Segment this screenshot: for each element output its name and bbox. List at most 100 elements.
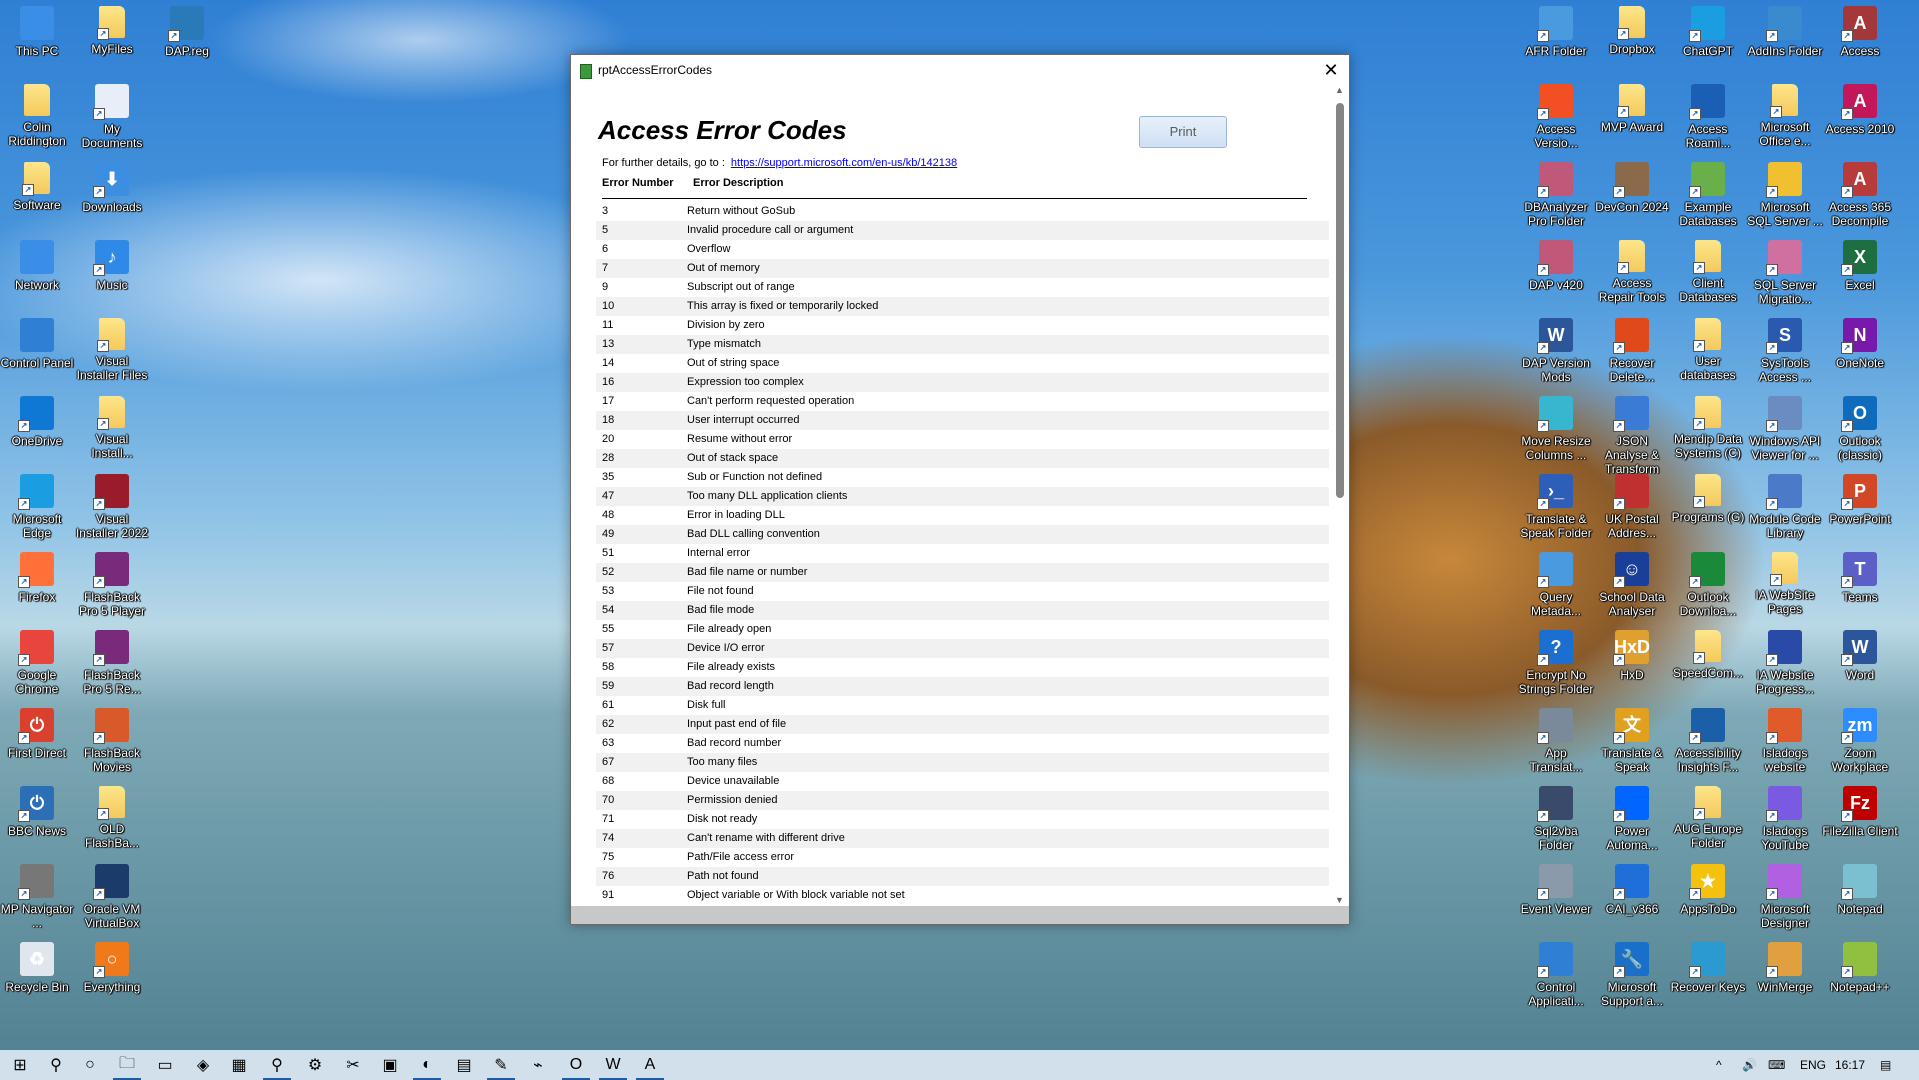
- left-icon-item[interactable]: ⏻ ↗ BBC News: [0, 784, 75, 838]
- right-icon-item[interactable]: ↗ WinMerge: [1747, 940, 1823, 994]
- left-icon-item[interactable]: ♻ Recycle Bin: [0, 940, 75, 994]
- cortana-button[interactable]: ○: [72, 1050, 108, 1080]
- right-icon-item[interactable]: zm ↗ Zoom Workplace: [1822, 706, 1898, 774]
- left-icon-item[interactable]: ♪ ↗ Music: [74, 238, 150, 292]
- right-icon-item[interactable]: 文 ↗ Translate & Speak: [1594, 706, 1670, 774]
- right-icon-item[interactable]: ↗ Microsoft Office e...: [1747, 82, 1823, 148]
- right-icon-item[interactable]: ↗ Outlook Downloa...: [1670, 550, 1746, 618]
- right-icon-item[interactable]: X ↗ Excel: [1822, 238, 1898, 292]
- right-icon-item[interactable]: ↗ JSON Analyse & Transform: [1594, 394, 1670, 476]
- left-icon-item[interactable]: ⏻ ↗ First Direct: [0, 706, 75, 760]
- copilot-taskbar[interactable]: ◈: [185, 1050, 221, 1080]
- right-icon-item[interactable]: HxD ↗ HxD: [1594, 628, 1670, 682]
- left-icon-item[interactable]: ↗ Oracle VM VirtualBox: [74, 862, 150, 930]
- left-icon-item[interactable]: Control Panel: [0, 316, 75, 370]
- right-icon-item[interactable]: ↗ IA WebSite Pages: [1747, 550, 1823, 616]
- start-button[interactable]: ⊞: [2, 1050, 38, 1080]
- right-icon-item[interactable]: ↗ Control Applicati...: [1518, 940, 1594, 1008]
- right-icon-item[interactable]: ★ ↗ AppsToDo: [1670, 862, 1746, 916]
- left-icon-item[interactable]: ↗ Visual Installer Files: [74, 316, 150, 382]
- right-icon-item[interactable]: O ↗ Outlook (classic): [1822, 394, 1898, 462]
- left-icon-item[interactable]: ↗ OLD FlashBa...: [74, 784, 150, 850]
- access-taskbar[interactable]: A: [632, 1050, 668, 1080]
- right-icon-item[interactable]: ☺ ↗ School Data Analyser: [1594, 550, 1670, 618]
- notepad-taskbar[interactable]: ▤: [446, 1050, 482, 1080]
- right-icon-item[interactable]: ↗ ChatGPT: [1670, 4, 1746, 58]
- scroll-thumb[interactable]: [1336, 103, 1344, 498]
- right-icon-item[interactable]: ↗ DBAnalyzer Pro Folder: [1518, 160, 1594, 228]
- left-icon-item[interactable]: ↗ DAP.reg: [149, 4, 225, 58]
- left-icon-item[interactable]: ↗ FlashBack Pro 5 Re...: [74, 628, 150, 696]
- right-icon-item[interactable]: ↗ DevCon 2024: [1594, 160, 1670, 214]
- left-icon-item[interactable]: ↗ Software: [0, 160, 75, 212]
- left-icon-item[interactable]: This PC: [0, 4, 75, 58]
- resource-monitor-taskbar[interactable]: ⌁: [520, 1050, 556, 1080]
- scroll-down-arrow-icon[interactable]: ▼: [1335, 895, 1344, 905]
- tray-overflow-chevron-icon[interactable]: ^: [1716, 1050, 1722, 1080]
- left-icon-item[interactable]: ↗ Visual Installer 2022: [74, 472, 150, 540]
- right-icon-item[interactable]: A ↗ Access 365 Decompile: [1822, 160, 1898, 228]
- right-icon-item[interactable]: ↗ CAI_v366: [1594, 862, 1670, 916]
- file-explorer-taskbar[interactable]: 🗀: [109, 1050, 145, 1080]
- left-icon-item[interactable]: ↗ OneDrive: [0, 394, 75, 448]
- right-icon-item[interactable]: ↗ SpeedCom...: [1670, 628, 1746, 680]
- keyboard-icon[interactable]: ⌨: [1768, 1050, 1785, 1080]
- right-icon-item[interactable]: T ↗ Teams: [1822, 550, 1898, 604]
- volume-icon[interactable]: 🔊: [1742, 1050, 1757, 1080]
- right-icon-item[interactable]: ↗ Notepad++: [1822, 940, 1898, 994]
- outlook-taskbar[interactable]: O: [558, 1050, 594, 1080]
- right-icon-item[interactable]: ↗ Module Code Library: [1747, 472, 1823, 540]
- right-icon-item[interactable]: ↗ Access Repair Tools: [1594, 238, 1670, 304]
- right-icon-item[interactable]: ↗ DAP v420: [1518, 238, 1594, 292]
- right-icon-item[interactable]: ↗ Microsoft Designer: [1747, 862, 1823, 930]
- right-icon-item[interactable]: 🔧 ↗ Microsoft Support a...: [1594, 940, 1670, 1008]
- left-icon-item[interactable]: ⬇ ↗ Downloads: [74, 160, 150, 214]
- language-indicator[interactable]: ENG: [1800, 1050, 1826, 1080]
- left-icon-item[interactable]: ↗ FlashBack Pro 5 Player: [74, 550, 150, 618]
- right-icon-item[interactable]: A ↗ Access: [1822, 4, 1898, 58]
- right-icon-item[interactable]: ↗ AFR Folder: [1518, 4, 1594, 58]
- command-prompt-taskbar[interactable]: ▭: [147, 1050, 183, 1080]
- edge-taskbar[interactable]: ◐: [409, 1050, 445, 1080]
- right-icon-item[interactable]: S ↗ SysTools Access ...: [1747, 316, 1823, 384]
- right-icon-item[interactable]: W ↗ Word: [1822, 628, 1898, 682]
- print-button[interactable]: Print: [1139, 116, 1227, 148]
- right-icon-item[interactable]: ↗ Access Roami...: [1670, 82, 1746, 150]
- snipping-tool-taskbar[interactable]: ✂: [335, 1050, 371, 1080]
- right-icon-item[interactable]: ↗ Isladogs website: [1747, 706, 1823, 774]
- right-icon-item[interactable]: ↗ Recover Keys: [1670, 940, 1746, 994]
- vertical-scrollbar[interactable]: ▲ ▼: [1333, 85, 1347, 905]
- notifications-icon[interactable]: ▤: [1880, 1050, 1891, 1080]
- left-icon-item[interactable]: ↗ My Documents: [74, 82, 150, 150]
- right-icon-item[interactable]: ↗ Isladogs YouTube: [1747, 784, 1823, 852]
- right-icon-item[interactable]: ↗ Client Databases: [1670, 238, 1746, 304]
- right-icon-item[interactable]: ↗ Windows API Viewer for ...: [1747, 394, 1823, 462]
- left-icon-item[interactable]: ↗ FlashBack Movies: [74, 706, 150, 774]
- right-icon-item[interactable]: ↗ Dropbox: [1594, 4, 1670, 56]
- right-icon-item[interactable]: N ↗ OneNote: [1822, 316, 1898, 370]
- clock[interactable]: 16:17: [1835, 1050, 1865, 1080]
- right-icon-item[interactable]: ↗ AUG Europe Folder: [1670, 784, 1746, 850]
- right-icon-item[interactable]: ↗ User databases: [1670, 316, 1746, 382]
- left-icon-item[interactable]: Network: [0, 238, 75, 292]
- everything-taskbar[interactable]: ⚲: [259, 1050, 295, 1080]
- left-icon-item[interactable]: ↗ Google Chrome: [0, 628, 75, 696]
- right-icon-item[interactable]: ↗ Move Resize Columns ...: [1518, 394, 1594, 462]
- left-icon-item[interactable]: ↗ MyFiles: [74, 4, 150, 56]
- right-icon-item[interactable]: ↗ Recover Delete...: [1594, 316, 1670, 384]
- right-icon-item[interactable]: W ↗ DAP Version Mods: [1518, 316, 1594, 384]
- left-icon-item[interactable]: ○ ↗ Everything: [74, 940, 150, 994]
- settings-taskbar[interactable]: ⚙: [297, 1050, 333, 1080]
- right-icon-item[interactable]: ↗ IA Website Progress...: [1747, 628, 1823, 696]
- right-icon-item[interactable]: ↗ Notepad: [1822, 862, 1898, 916]
- right-icon-item[interactable]: ↗ Programs (G): [1670, 472, 1746, 524]
- left-icon-item[interactable]: ↗ Visual Install...: [74, 394, 150, 460]
- right-icon-item[interactable]: P ↗ PowerPoint: [1822, 472, 1898, 526]
- right-icon-item[interactable]: A ↗ Access 2010: [1822, 82, 1898, 136]
- left-icon-item[interactable]: ↗ MP Navigator ...: [0, 862, 75, 930]
- close-button[interactable]: ✕: [1313, 55, 1349, 85]
- right-icon-item[interactable]: ↗ Example Databases: [1670, 160, 1746, 228]
- right-icon-item[interactable]: ↗ UK Postal Addres...: [1594, 472, 1670, 540]
- scroll-up-arrow-icon[interactable]: ▲: [1335, 85, 1344, 95]
- window-titlebar[interactable]: rptAccessErrorCodes ✕: [571, 55, 1349, 85]
